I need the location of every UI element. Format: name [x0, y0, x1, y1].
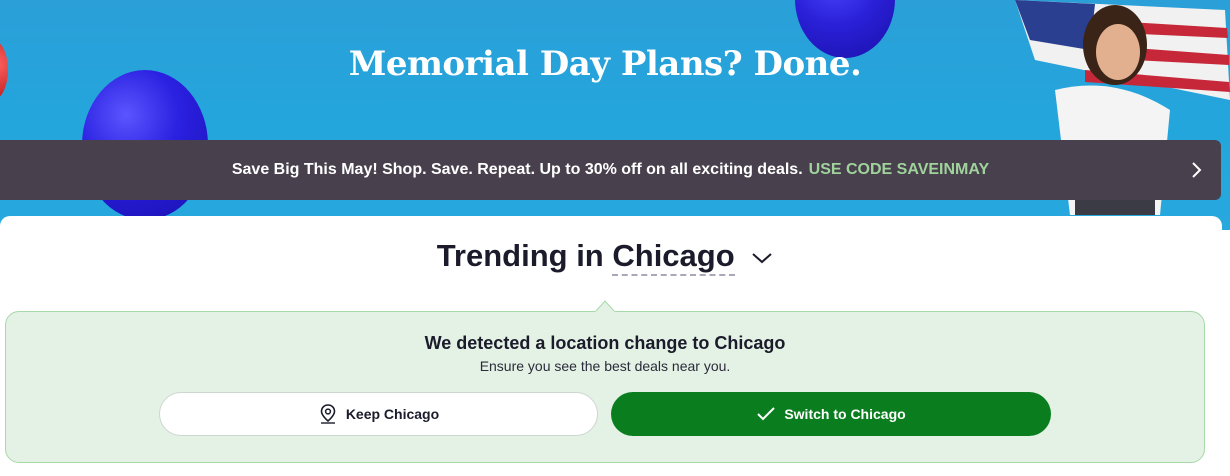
keep-location-label: Keep Chicago	[345, 406, 440, 422]
city-selector[interactable]: Chicago	[612, 238, 735, 276]
notice-title: We detected a location change to Chicago	[424, 333, 786, 353]
chevron-right-icon[interactable]	[1187, 160, 1205, 180]
promo-banner[interactable]: Save Big This May! Shop. Save. Repeat. U…	[0, 140, 1221, 200]
keep-location-button[interactable]: Keep Chicago	[159, 392, 598, 436]
switch-location-label: Switch to Chicago	[784, 406, 906, 422]
chevron-down-icon[interactable]	[751, 251, 773, 265]
checkmark-icon	[757, 407, 776, 421]
promo-code: USE CODE SAVEINMAY	[808, 161, 990, 178]
notice-pointer	[595, 300, 615, 313]
map-pin-icon	[320, 404, 336, 424]
switch-location-button[interactable]: Switch to Chicago	[611, 392, 1051, 436]
promo-text: Save Big This May! Shop. Save. Repeat. U…	[231, 161, 803, 178]
notice-subtitle: Ensure you see the best deals near you.	[479, 358, 731, 374]
trending-prefix: Trending in	[436, 238, 604, 273]
trending-heading: Trending in Chicago	[0, 238, 1210, 276]
hero-title: Memorial Day Plans? Done.	[348, 44, 862, 84]
